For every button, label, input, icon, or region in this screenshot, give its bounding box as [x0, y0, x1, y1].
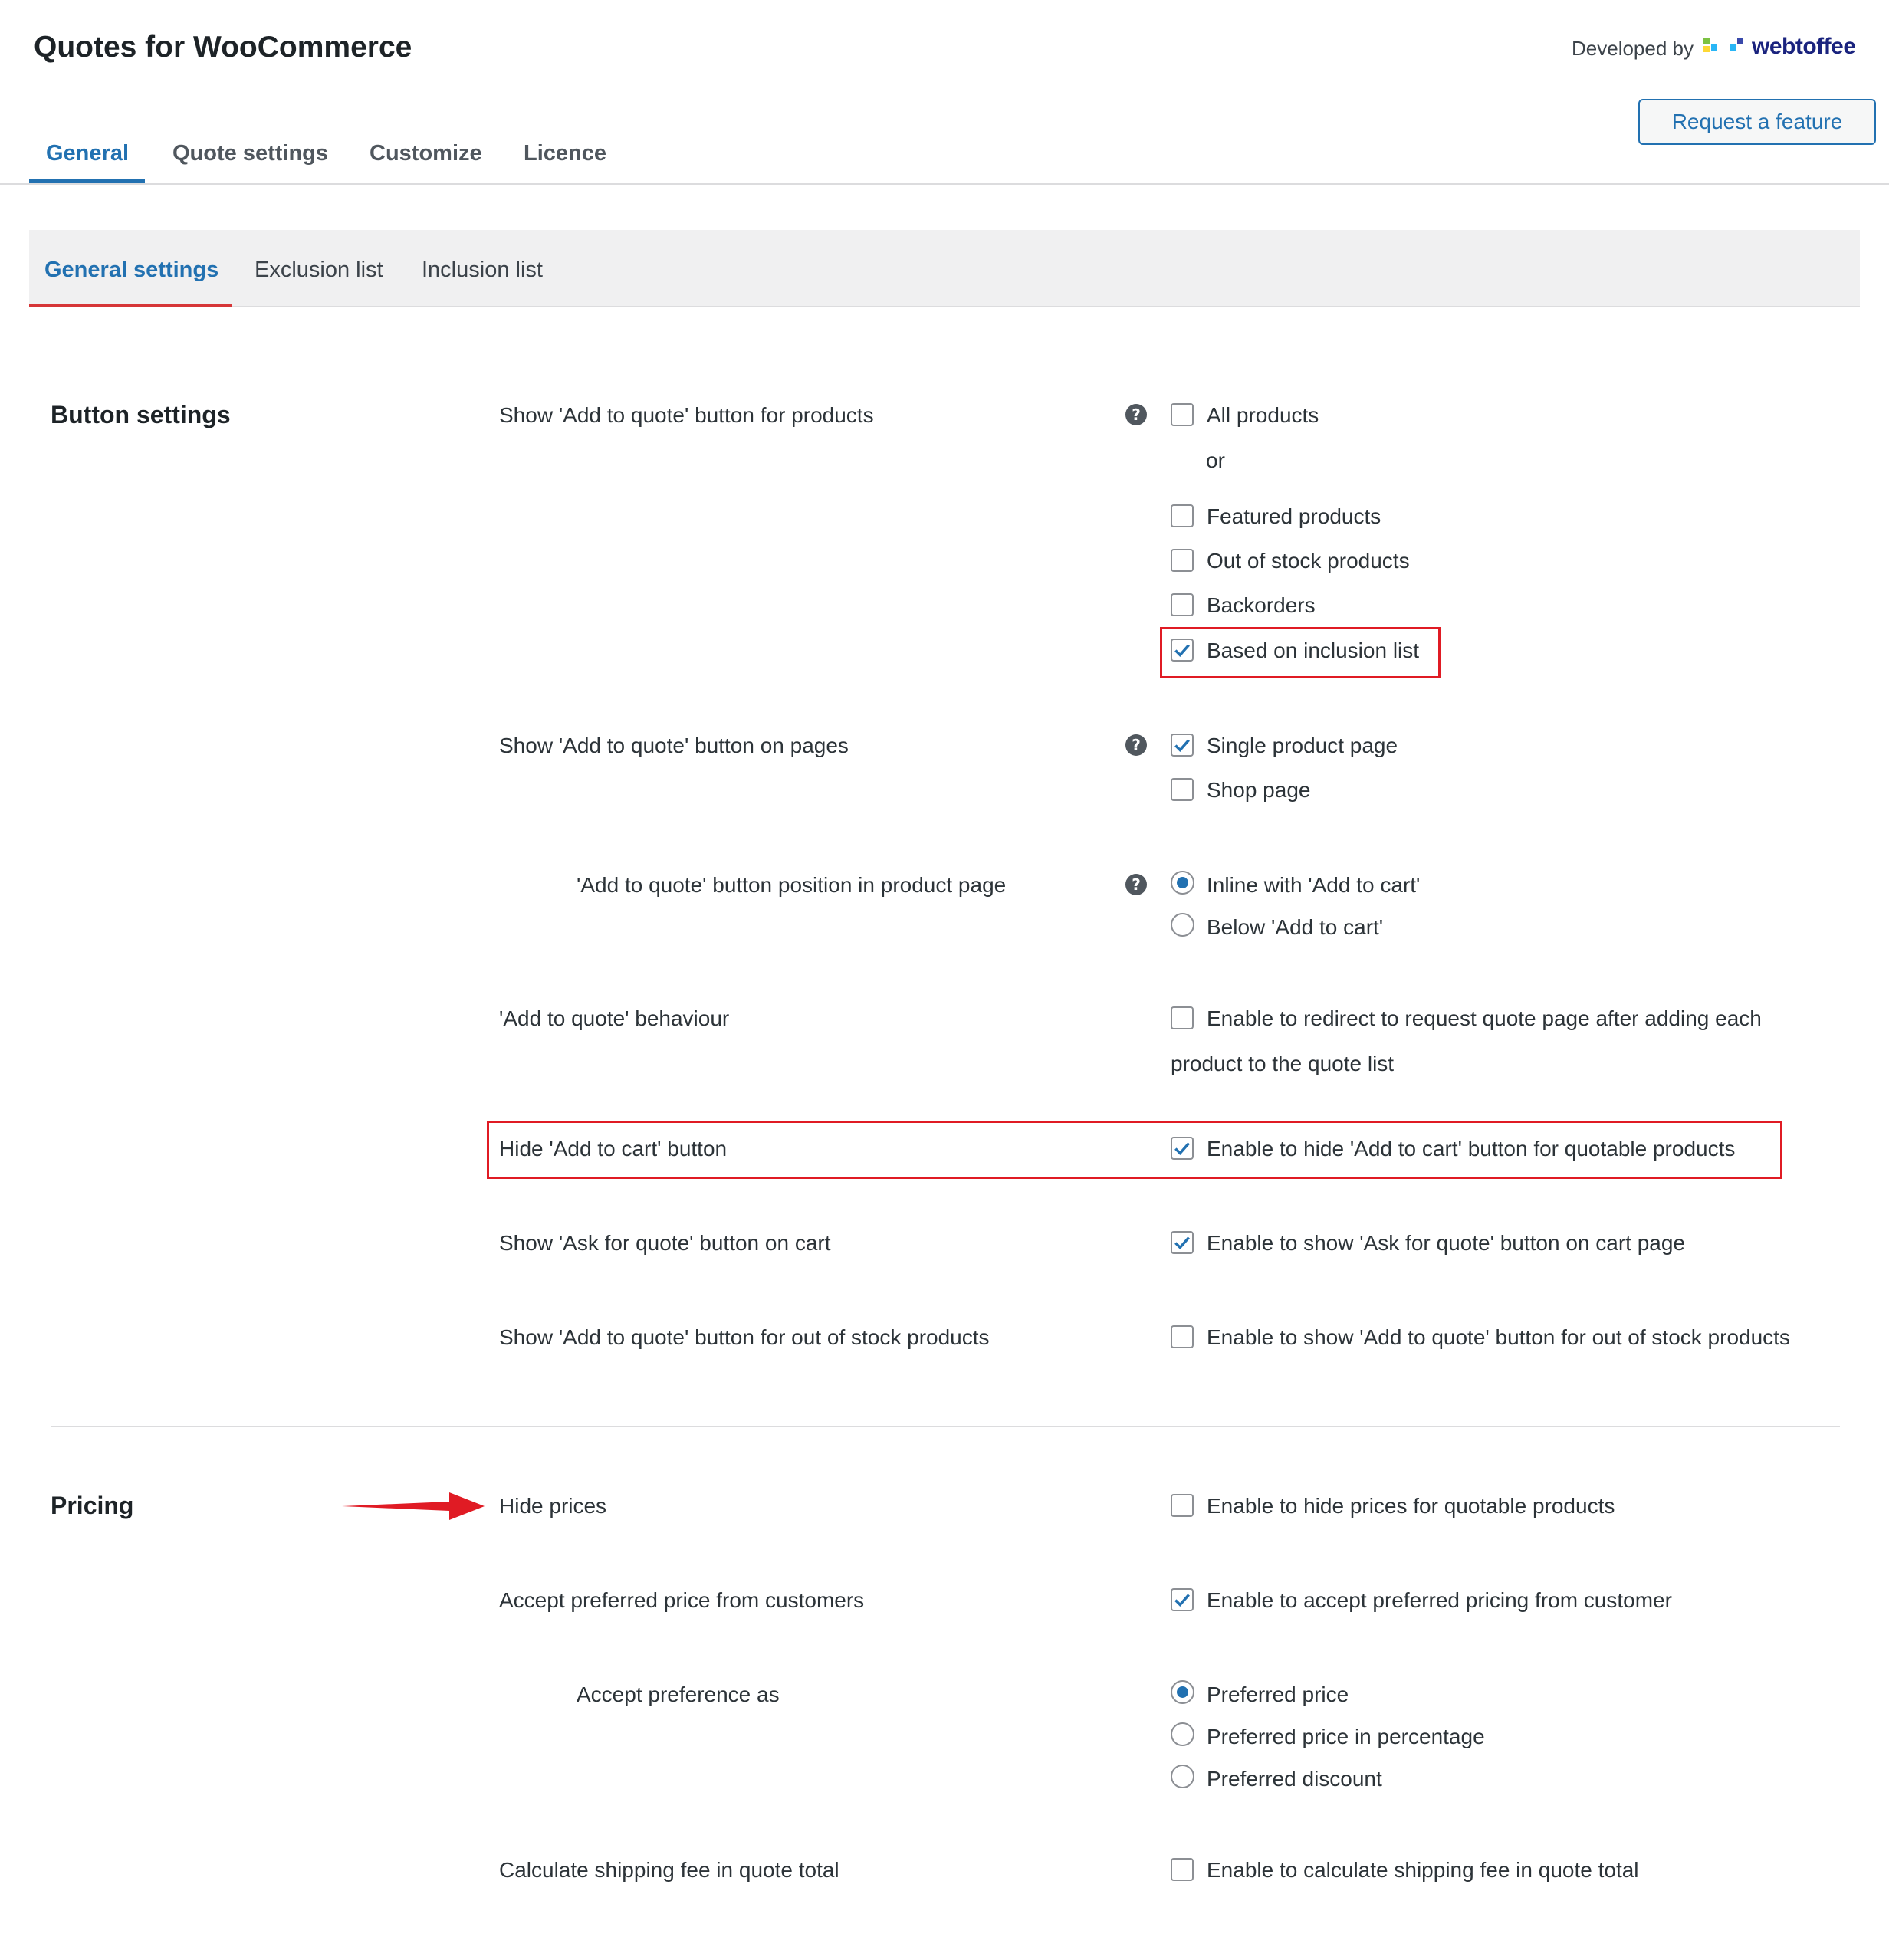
webtoffee-logo-icon	[1703, 35, 1749, 62]
checkmark-icon	[1174, 644, 1190, 658]
checkmark-icon	[1174, 739, 1190, 753]
tabs-divider	[0, 183, 1889, 185]
request-feature-button[interactable]: Request a feature	[1638, 99, 1876, 145]
option-preferred-discount: Preferred discount	[1207, 1767, 1382, 1791]
option-preferred-percentage: Preferred price in percentage	[1207, 1725, 1485, 1748]
checkbox-button-out-of-stock[interactable]	[1171, 1325, 1194, 1348]
red-arrow-icon	[342, 1491, 485, 1525]
label-shipping-fee: Calculate shipping fee in quote total	[499, 1858, 839, 1882]
active-subtab-indicator	[29, 304, 232, 307]
option-preferred-price: Enable to accept preferred pricing from …	[1207, 1588, 1672, 1612]
tab-quote-settings[interactable]: Quote settings	[172, 141, 328, 166]
checkmark-icon	[1174, 1142, 1190, 1156]
checkbox-all-products[interactable]	[1171, 403, 1194, 426]
radio-inline-add-to-cart[interactable]	[1171, 871, 1194, 895]
help-icon[interactable]: ?	[1125, 404, 1147, 425]
option-single-product-page: Single product page	[1207, 734, 1398, 757]
option-redirect-line1: Enable to redirect to request quote page…	[1207, 1006, 1762, 1030]
radio-below-add-to-cart[interactable]	[1171, 913, 1194, 937]
checkbox-hide-prices[interactable]	[1171, 1494, 1194, 1517]
label-hide-add-to-cart: Hide 'Add to cart' button	[499, 1137, 728, 1161]
checkbox-redirect-quote-page[interactable]	[1171, 1006, 1194, 1029]
option-out-of-stock-products: Out of stock products	[1207, 549, 1410, 573]
option-inline-add-to-cart: Inline with 'Add to cart'	[1207, 873, 1421, 897]
option-below-add-to-cart: Below 'Add to cart'	[1207, 915, 1384, 939]
option-all-products: All products	[1207, 403, 1319, 427]
option-shop-page: Shop page	[1207, 778, 1311, 802]
checkbox-preferred-price[interactable]	[1171, 1588, 1194, 1611]
checkmark-icon	[1174, 1236, 1190, 1250]
option-hide-prices: Enable to hide prices for quotable produ…	[1207, 1494, 1615, 1518]
checkbox-featured-products[interactable]	[1171, 504, 1194, 527]
option-backorders: Backorders	[1207, 593, 1316, 617]
checkbox-inclusion-list[interactable]	[1171, 639, 1194, 662]
subtab-exclusion-list[interactable]: Exclusion list	[255, 258, 383, 283]
help-icon[interactable]: ?	[1125, 874, 1147, 895]
developed-by-label: Developed by	[1572, 37, 1694, 60]
checkbox-backorders[interactable]	[1171, 593, 1194, 616]
option-preferred-price-radio: Preferred price	[1207, 1683, 1349, 1706]
tab-licence[interactable]: Licence	[524, 141, 606, 166]
label-preferred-price: Accept preferred price from customers	[499, 1588, 865, 1612]
option-hide-add-to-cart: Enable to hide 'Add to cart' button for …	[1207, 1137, 1736, 1161]
label-hide-prices: Hide prices	[499, 1494, 607, 1518]
option-redirect-line2: product to the quote list	[1171, 1052, 1395, 1075]
option-inclusion-list: Based on inclusion list	[1207, 639, 1420, 662]
help-icon[interactable]: ?	[1125, 734, 1147, 756]
option-featured-products: Featured products	[1207, 504, 1381, 528]
section-title-pricing: Pricing	[51, 1492, 134, 1519]
tab-general[interactable]: General	[46, 141, 129, 166]
option-shipping-fee: Enable to calculate shipping fee in quot…	[1207, 1858, 1639, 1882]
or-separator: or	[1206, 448, 1225, 472]
checkbox-shipping-fee[interactable]	[1171, 1858, 1194, 1881]
option-button-out-of-stock: Enable to show 'Add to quote' button for…	[1207, 1325, 1790, 1349]
tab-customize[interactable]: Customize	[370, 141, 482, 166]
checkbox-ask-for-quote-cart[interactable]	[1171, 1231, 1194, 1254]
label-button-position: 'Add to quote' button position in produc…	[577, 873, 1007, 897]
checkmark-icon	[1174, 1594, 1190, 1607]
radio-preferred-discount[interactable]	[1171, 1765, 1194, 1788]
radio-preferred-percentage[interactable]	[1171, 1722, 1194, 1746]
checkbox-hide-add-to-cart[interactable]	[1171, 1137, 1194, 1160]
section-divider	[51, 1426, 1840, 1427]
checkbox-shop-page[interactable]	[1171, 778, 1194, 801]
option-ask-for-quote-cart: Enable to show 'Ask for quote' button on…	[1207, 1231, 1685, 1255]
radio-preferred-price[interactable]	[1171, 1680, 1194, 1704]
checkbox-out-of-stock-products[interactable]	[1171, 549, 1194, 572]
subtab-inclusion-list[interactable]: Inclusion list	[422, 258, 543, 283]
label-add-to-quote-behaviour: 'Add to quote' behaviour	[499, 1006, 730, 1030]
label-accept-preference-as: Accept preference as	[577, 1683, 780, 1706]
subtab-general-settings[interactable]: General settings	[44, 258, 218, 283]
label-button-out-of-stock: Show 'Add to quote' button for out of st…	[499, 1325, 990, 1349]
webtoffee-brand[interactable]: webtoffee	[1752, 34, 1856, 60]
label-show-button-products: Show 'Add to quote' button for products	[499, 403, 874, 427]
label-ask-for-quote-cart: Show 'Ask for quote' button on cart	[499, 1231, 831, 1255]
page-title: Quotes for WooCommerce	[34, 31, 412, 64]
label-show-button-pages: Show 'Add to quote' button on pages	[499, 734, 849, 757]
section-title-button-settings: Button settings	[51, 401, 231, 428]
checkbox-single-product-page[interactable]	[1171, 734, 1194, 757]
